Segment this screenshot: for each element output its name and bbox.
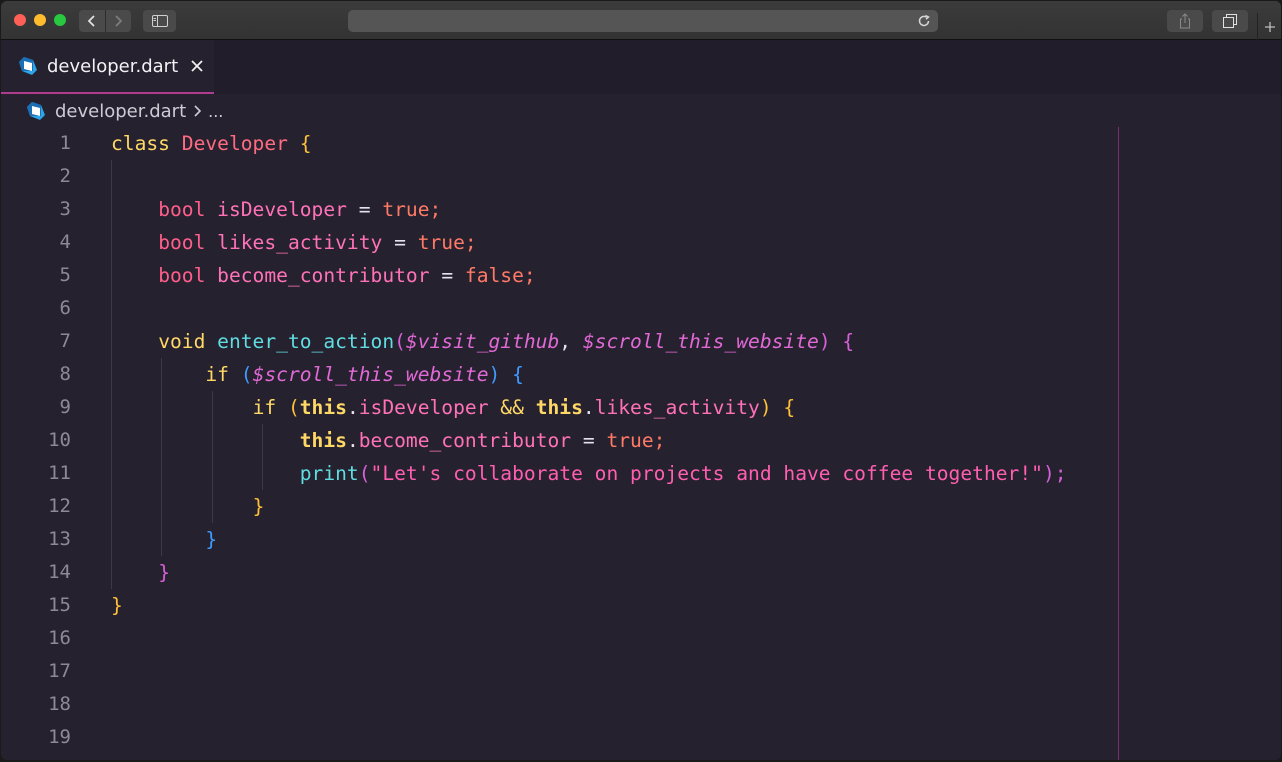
line-number: 9: [59, 396, 71, 418]
code-line: 10 this.become_contributor = true;: [1, 424, 1281, 457]
plus-icon: [1265, 21, 1275, 32]
line-number: 18: [48, 693, 71, 715]
code-line: 15 }: [1, 589, 1281, 622]
chevron-right-icon: [194, 105, 202, 117]
line-number: 2: [59, 165, 71, 187]
navigation-buttons: [79, 10, 131, 32]
code-text: bool likes_activity = true;: [158, 231, 477, 254]
back-button[interactable]: [79, 10, 105, 32]
code-text: }: [205, 528, 218, 551]
code-line: 14 }: [1, 556, 1281, 589]
sidebar-toggle-button[interactable]: [143, 10, 176, 32]
tab-developer-dart[interactable]: developer.dart: [1, 40, 214, 94]
code-line: 6: [1, 292, 1281, 325]
code-line: 1 class Developer {: [1, 127, 1281, 160]
tabs-overview-icon: [1223, 14, 1237, 28]
new-tab-button[interactable]: [1257, 13, 1281, 40]
line-number: 16: [48, 627, 71, 649]
code-text: bool become_contributor = false;: [158, 264, 536, 287]
code-line: 5 bool become_contributor = false;: [1, 259, 1281, 292]
close-icon[interactable]: [190, 59, 204, 73]
title-bar: [1, 1, 1281, 40]
code-line: 18: [1, 688, 1281, 721]
code-line: 4 bool likes_activity = true;: [1, 226, 1281, 259]
line-number: 19: [48, 726, 71, 748]
line-number: 14: [48, 561, 71, 583]
code-line: 12 }: [1, 490, 1281, 523]
code-text: bool isDeveloper = true;: [158, 198, 442, 221]
breadcrumb-more[interactable]: ...: [208, 102, 223, 121]
code-text: }: [111, 594, 123, 617]
tab-overview-button[interactable]: [1212, 10, 1248, 32]
forward-button[interactable]: [104, 10, 132, 32]
code-text: }: [158, 561, 170, 584]
minimize-window-button[interactable]: [34, 14, 46, 26]
line-number: 13: [48, 528, 71, 550]
line-number: 8: [59, 363, 71, 385]
line-number: 15: [48, 594, 71, 616]
code-line: 7 void enter_to_action($visit_github, $s…: [1, 325, 1281, 358]
breadcrumb-file[interactable]: developer.dart: [55, 101, 186, 122]
code-line: 19: [1, 721, 1281, 754]
code-text: this.become_contributor = true;: [299, 429, 666, 452]
line-number: 6: [59, 297, 71, 319]
line-number: 10: [48, 429, 71, 451]
browser-window: developer.dart developer.dart ... 1 clas…: [1, 1, 1281, 760]
code-text: if ($scroll_this_website) {: [205, 363, 524, 386]
breadcrumb: developer.dart ...: [1, 95, 1281, 127]
editor-tab-bar: developer.dart: [1, 40, 1281, 94]
code-text: }: [252, 495, 265, 518]
chevron-right-icon: [115, 15, 123, 27]
line-number: 1: [59, 132, 71, 154]
code-line: 2: [1, 160, 1281, 193]
code-line: 3 bool isDeveloper = true;: [1, 193, 1281, 226]
line-number: 5: [59, 264, 71, 286]
code-line: 16: [1, 622, 1281, 655]
code-text: void enter_to_action($visit_github, $scr…: [158, 330, 855, 353]
code-text: if (this.isDeveloper && this.likes_activ…: [252, 396, 796, 419]
code-text: print("Let's collaborate on projects and…: [299, 462, 1067, 485]
code-line: 13 }: [1, 523, 1281, 556]
line-number: 3: [59, 198, 71, 220]
code-line: 17: [1, 655, 1281, 688]
address-bar[interactable]: [348, 10, 938, 32]
code-line: 11 print("Let's collaborate on projects …: [1, 457, 1281, 490]
close-window-button[interactable]: [14, 14, 26, 26]
line-number: 11: [48, 462, 71, 484]
tab-label: developer.dart: [47, 55, 179, 77]
code-text: class Developer {: [111, 132, 312, 155]
dart-icon: [27, 102, 45, 120]
share-button[interactable]: [1167, 10, 1203, 32]
reload-icon[interactable]: [916, 13, 932, 29]
maximize-window-button[interactable]: [54, 14, 66, 26]
code-line: 8 if ($scroll_this_website) {: [1, 358, 1281, 391]
code-line: 9 if (this.isDeveloper && this.likes_act…: [1, 391, 1281, 424]
dart-icon: [19, 57, 37, 75]
line-number: 4: [59, 231, 71, 253]
share-icon: [1180, 13, 1190, 29]
line-number: 17: [48, 660, 71, 682]
sidebar-icon: [151, 15, 168, 27]
code-editor[interactable]: 1 class Developer { 2 3 bool isDeveloper…: [1, 127, 1281, 760]
line-number: 12: [48, 495, 71, 517]
line-number: 7: [59, 330, 71, 352]
chevron-left-icon: [87, 15, 95, 27]
